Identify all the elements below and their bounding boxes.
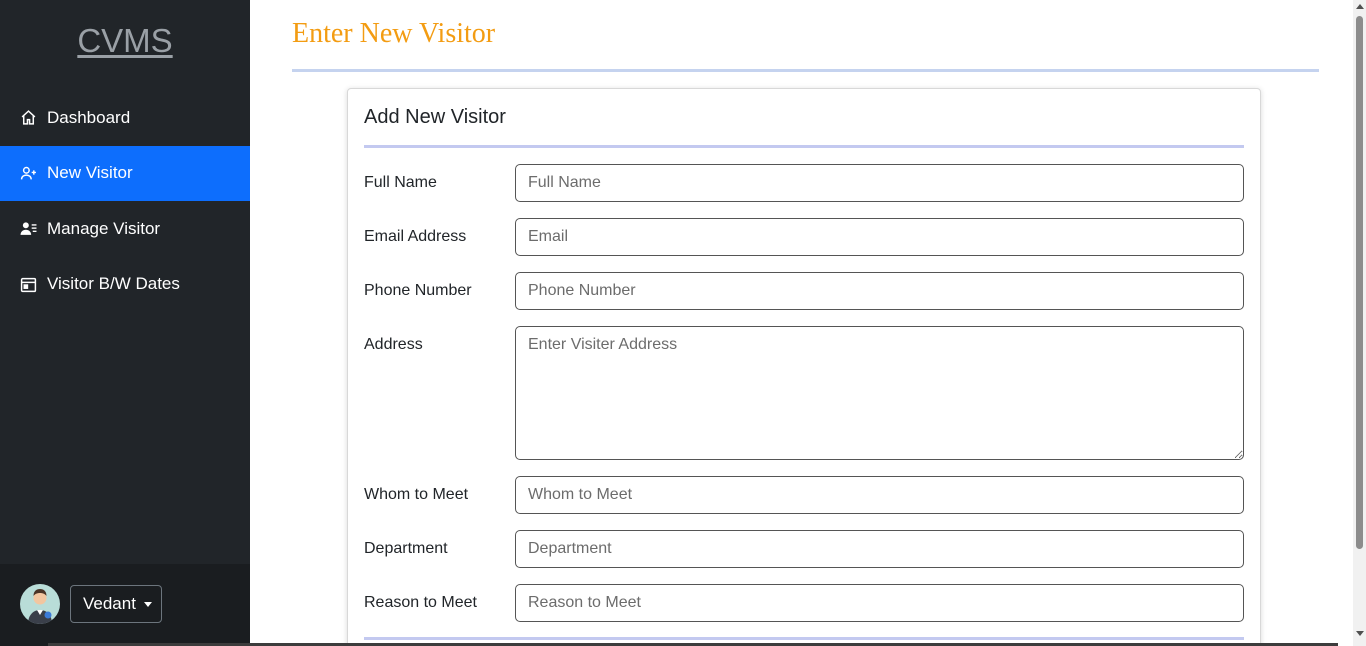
whom-to-meet-input[interactable] [515,476,1244,514]
page-title: Enter New Visitor [292,18,496,49]
sidebar-item-manage-visitor[interactable]: Manage Visitor [0,201,250,257]
phone-input[interactable] [515,272,1244,310]
sidebar-item-dashboard[interactable]: Dashboard [0,90,250,146]
reason-input[interactable] [515,584,1244,622]
sidebar-item-label: Dashboard [47,107,131,127]
scroll-down-icon[interactable] [1356,631,1364,636]
home-icon [20,109,37,126]
sidebar-item-label: Visitor B/W Dates [47,274,180,294]
full-name-label: Full Name [364,174,437,191]
scroll-up-icon[interactable] [1356,4,1364,9]
email-input[interactable] [515,218,1244,256]
calendar-icon [20,276,37,293]
sidebar-item-label: Manage Visitor [47,218,161,238]
title-divider [292,69,1319,72]
sidebar-nav: Dashboard New Visitor Manage Visitor Vis… [0,90,250,312]
address-textarea[interactable] [515,326,1244,460]
department-label: Department [364,540,448,557]
vertical-scrollbar[interactable] [1353,0,1366,646]
brand-logo-link[interactable]: CVMS [0,22,250,60]
address-label: Address [364,336,423,353]
department-input[interactable] [515,530,1244,568]
user-name: Vedant [83,594,136,613]
card-divider [364,145,1244,148]
person-lines-icon [20,220,37,237]
add-visitor-card: Add New Visitor Full Name Email Address … [347,88,1261,646]
scrollbar-thumb[interactable] [1356,16,1363,549]
full-name-input[interactable] [515,164,1244,202]
sidebar-item-visitor-bw-dates[interactable]: Visitor B/W Dates [0,257,250,313]
caret-down-icon [143,601,152,607]
card-title: Add New Visitor [364,106,506,128]
user-avatar-icon [20,584,60,624]
user-dropdown-button[interactable]: Vedant [70,585,162,623]
sidebar-footer: Vedant [0,564,250,646]
email-label: Email Address [364,228,467,245]
main-content: Enter New Visitor Add New Visitor Full N… [250,0,1353,646]
card-bottom-divider [364,637,1244,640]
phone-label: Phone Number [364,282,472,299]
reason-label: Reason to Meet [364,594,477,611]
person-plus-icon [20,165,37,182]
sidebar-item-new-visitor[interactable]: New Visitor [0,145,250,201]
sidebar-item-label: New Visitor [47,163,133,183]
sidebar: CVMS Dashboard New Visitor Manage Visito… [0,0,250,646]
whom-to-meet-label: Whom to Meet [364,486,469,503]
